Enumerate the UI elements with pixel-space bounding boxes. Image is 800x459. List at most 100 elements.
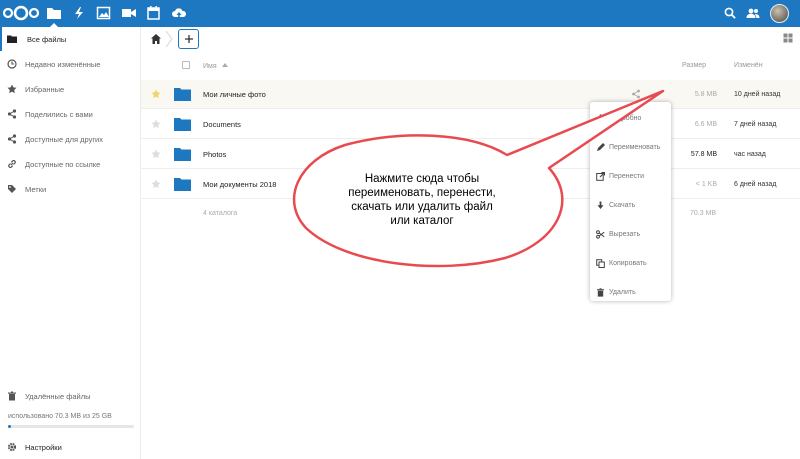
info-icon (596, 114, 605, 123)
link-icon (7, 159, 17, 169)
nextcloud-logo[interactable] (2, 5, 40, 21)
folder-icon (174, 117, 191, 131)
callout-line: переименовать, перенести, (348, 187, 496, 199)
gallery-icon[interactable] (96, 6, 112, 20)
file-name[interactable]: Photos (203, 150, 226, 159)
sidebar-item-recent[interactable]: Недавно изменённые (0, 52, 141, 76)
clock-icon (7, 59, 17, 69)
table-row[interactable]: Мои личные фото 5.8 MB 10 дней назад (141, 80, 800, 109)
summary-size: 70.3 MB (690, 210, 717, 217)
file-size: 57.8 MB (690, 151, 717, 158)
callout-text: Нажмите сюда чтобы переименовать, перене… (303, 172, 541, 228)
sidebar-item-shared-by-link[interactable]: Доступные по ссылке (0, 152, 141, 176)
upload-icon[interactable] (171, 6, 187, 20)
share-icon (7, 109, 17, 119)
star-icon[interactable] (151, 119, 161, 129)
column-header-label: Имя (203, 63, 217, 70)
sort-ascending-icon (221, 63, 228, 67)
share-icon[interactable] (631, 89, 641, 99)
sidebar-item-label: Недавно изменённые (25, 59, 101, 69)
sidebar-item-shared-with-others[interactable]: Доступные для других (0, 127, 141, 151)
sidebar-item-label: Удалённые файлы (25, 391, 91, 401)
sidebar-item-settings[interactable]: Настройки (0, 435, 141, 459)
sidebar-item-label: Доступные по ссылке (25, 159, 101, 169)
sidebar-item-trash[interactable]: Удалённые файлы (0, 384, 141, 408)
files-icon[interactable] (46, 6, 62, 27)
folder-icon (174, 177, 191, 191)
home-icon[interactable] (150, 33, 162, 45)
download-icon (596, 201, 605, 210)
folder-icon (7, 34, 17, 44)
file-modified: час назад (734, 151, 766, 158)
file-size: < 1 KB (695, 181, 717, 188)
sidebar-item-shared-with-you[interactable]: Поделились с вами (0, 102, 141, 126)
copy-icon (596, 259, 605, 268)
star-icon (7, 84, 17, 94)
star-icon[interactable] (151, 179, 161, 189)
file-size: 5.8 MB (694, 91, 717, 98)
cut-icon (596, 230, 605, 239)
menu-item-copy[interactable]: Копировать (590, 249, 671, 278)
menu-item-rename[interactable]: Переименовать (590, 133, 671, 162)
callout-line: скачать или удалить файл (351, 201, 493, 213)
star-icon[interactable] (151, 89, 161, 99)
calendar-icon[interactable] (146, 6, 162, 20)
menu-item-label: Подробно (609, 115, 642, 122)
file-name[interactable]: Мои личные фото (203, 90, 266, 99)
tag-icon (7, 184, 17, 194)
menu-item-download[interactable]: Скачать (590, 191, 671, 220)
column-header-name[interactable]: Имя (203, 62, 228, 70)
rename-icon (596, 143, 605, 152)
sidebar-item-label: Поделились с вами (25, 109, 93, 119)
menu-item-label: Перенести (609, 173, 645, 180)
file-size: 6.6 MB (694, 121, 717, 128)
folder-icon (174, 87, 191, 101)
menu-item-details[interactable]: Подробно (590, 104, 671, 133)
search-icon[interactable] (722, 6, 738, 20)
move-icon (596, 171, 606, 181)
menu-item-label: Удалить (609, 289, 636, 296)
menu-item-cut[interactable]: Вырезать (590, 220, 671, 249)
star-icon[interactable] (151, 149, 161, 159)
sidebar-item-tags[interactable]: Метки (0, 177, 141, 201)
file-modified: 10 дней назад (734, 91, 781, 98)
menu-item-label: Переименовать (609, 144, 661, 151)
contacts-icon[interactable] (745, 6, 761, 20)
callout-line: или каталог (390, 215, 454, 227)
file-name[interactable]: Documents (203, 120, 241, 129)
sidebar-item-all-files[interactable]: Все файлы (0, 27, 141, 51)
sidebar-item-label: Настройки (25, 442, 62, 452)
column-header-size[interactable]: Размер (682, 62, 706, 69)
activity-icon[interactable] (71, 6, 87, 20)
menu-item-label: Копировать (609, 260, 647, 267)
quota-label: использовано 70.3 MB из 25 GB (8, 413, 112, 420)
sidebar-item-label: Избранные (25, 84, 65, 94)
gear-icon (7, 442, 17, 452)
table-row[interactable]: Photos 57.8 MB час назад (141, 140, 800, 169)
delete-icon (596, 288, 605, 297)
summary-count: 4 каталога (203, 210, 238, 217)
sidebar-item-label: Метки (25, 184, 47, 194)
table-row[interactable]: Documents 6.6 MB 7 дней назад (141, 110, 800, 139)
grid-view-icon[interactable] (783, 33, 793, 43)
menu-item-label: Вырезать (609, 231, 641, 238)
menu-item-delete[interactable]: Удалить (590, 278, 671, 307)
select-all-checkbox[interactable] (182, 61, 190, 69)
file-name[interactable]: Мои документы 2018 (203, 180, 276, 189)
column-header-modified[interactable]: Изменён (734, 62, 763, 69)
file-modified: 7 дней назад (734, 121, 777, 128)
file-modified: 6 дней назад (734, 181, 777, 188)
avatar[interactable] (770, 4, 789, 23)
sidebar-item-favorites[interactable]: Избранные (0, 77, 141, 101)
callout-line: Нажмите сюда чтобы (364, 173, 480, 185)
share-icon (7, 134, 17, 144)
video-icon[interactable] (121, 6, 137, 20)
breadcrumb-separator-icon (165, 30, 173, 48)
sidebar: Все файлы Недавно изменённые Избранные П… (0, 27, 141, 459)
trash-icon (7, 391, 17, 401)
add-button[interactable] (178, 29, 199, 49)
file-actions-menu: Подробно Переименовать Перенести Скачать… (590, 102, 671, 301)
quota-fill (8, 425, 11, 428)
menu-item-move[interactable]: Перенести (590, 162, 671, 191)
sidebar-item-label: Все файлы (27, 34, 67, 44)
